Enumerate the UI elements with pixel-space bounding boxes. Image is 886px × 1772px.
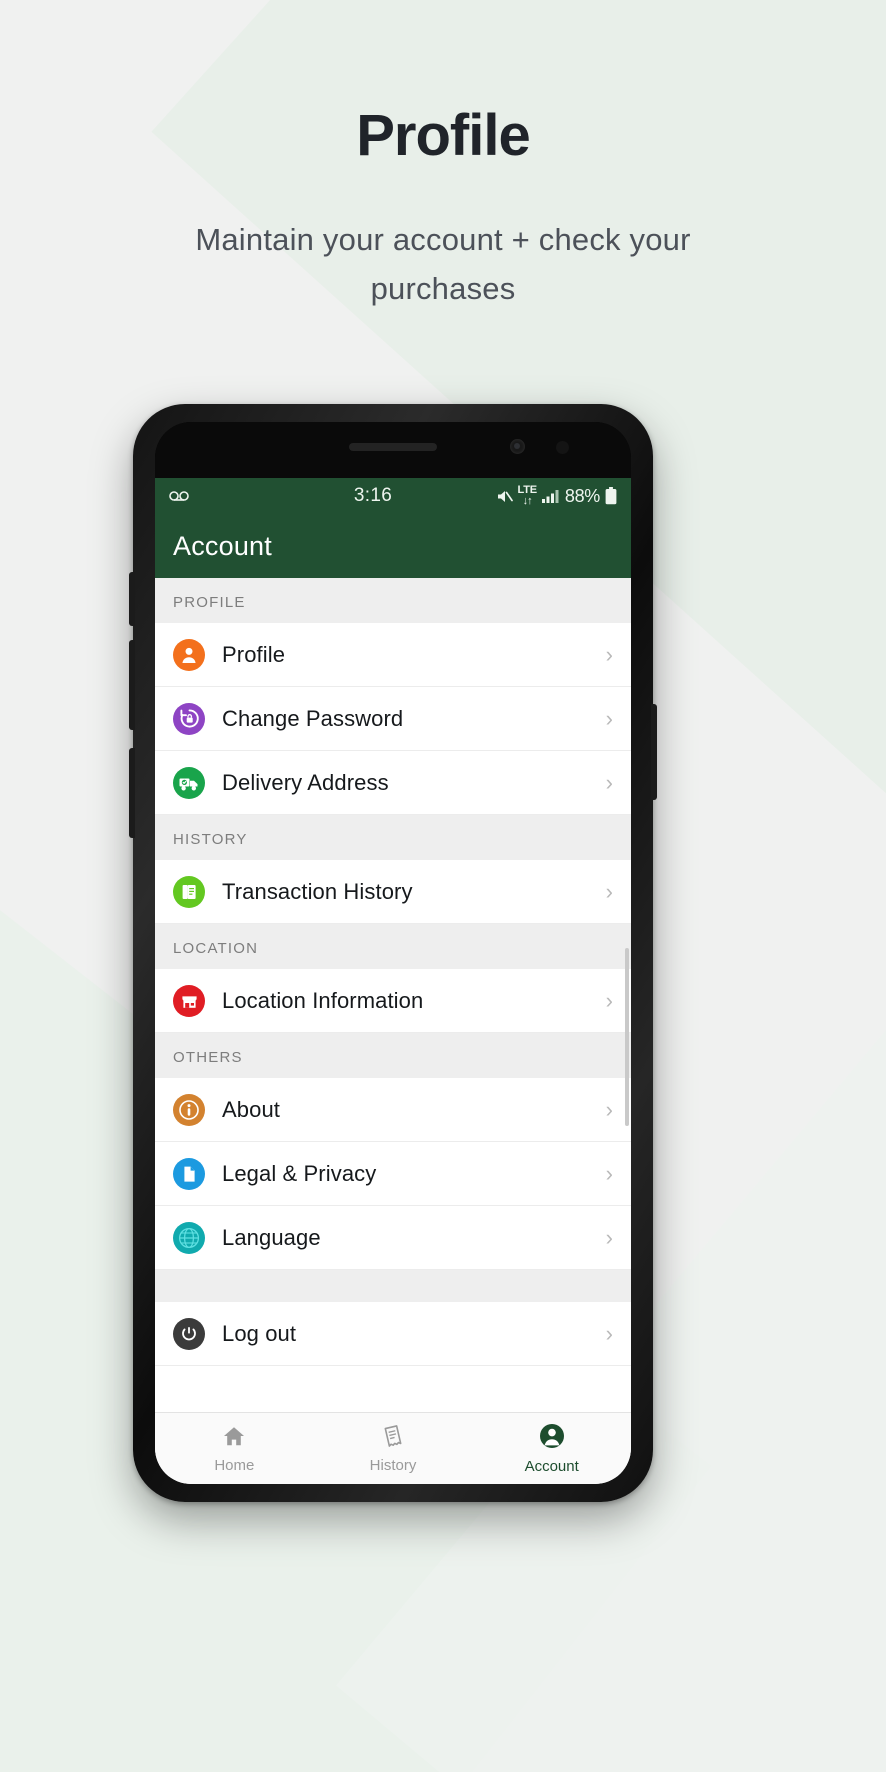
chevron-right-icon: › xyxy=(605,769,613,795)
phone-mockup: 3:16 LTE ↓↑ 88% Account PROFILE Profile … xyxy=(129,404,657,1502)
phone-top-bezel xyxy=(155,422,631,478)
account-person-icon xyxy=(539,1423,565,1454)
app-bar: Account xyxy=(155,514,631,578)
receipt-icon xyxy=(380,1424,406,1453)
list-item-profile[interactable]: Profile › xyxy=(155,623,631,687)
signal-bars-icon xyxy=(541,489,560,503)
chevron-right-icon: › xyxy=(605,1224,613,1250)
list-item-label: Language xyxy=(222,1224,321,1250)
legal-document-icon xyxy=(173,1157,205,1190)
network-type-label: LTE ↓↑ xyxy=(517,484,538,507)
bottom-navigation: Home History Account xyxy=(155,1412,631,1484)
chevron-right-icon: › xyxy=(605,1096,613,1122)
chevron-right-icon: › xyxy=(605,987,613,1013)
section-header-location: LOCATION xyxy=(155,924,631,969)
list-item-location-information[interactable]: Location Information › xyxy=(155,969,631,1033)
nav-item-home[interactable]: Home xyxy=(155,1413,314,1484)
list-item-language[interactable]: Language › xyxy=(155,1206,631,1270)
home-icon xyxy=(221,1424,247,1453)
chevron-right-icon: › xyxy=(605,705,613,731)
person-icon xyxy=(173,638,205,671)
section-header-profile: PROFILE xyxy=(155,578,631,623)
front-camera-icon xyxy=(510,439,525,454)
chevron-right-icon: › xyxy=(605,878,613,904)
store-icon xyxy=(173,984,205,1017)
status-bar-right: LTE ↓↑ 88% xyxy=(467,485,617,507)
app-bar-title: Account xyxy=(173,530,272,561)
power-icon xyxy=(173,1317,205,1350)
list-item-about[interactable]: About › xyxy=(155,1078,631,1142)
app-screen: 3:16 LTE ↓↑ 88% Account PROFILE Profile … xyxy=(155,478,631,1484)
chevron-right-icon: › xyxy=(605,1160,613,1186)
list-gap-band xyxy=(155,1270,631,1302)
list-item-label: Location Information xyxy=(222,987,424,1013)
mute-icon xyxy=(496,489,513,504)
list-item-log-out[interactable]: Log out › xyxy=(155,1302,631,1366)
section-header-others: OTHERS xyxy=(155,1033,631,1078)
info-icon xyxy=(173,1093,205,1126)
list-item-delivery-address[interactable]: Delivery Address › xyxy=(155,751,631,815)
status-bar: 3:16 LTE ↓↑ 88% xyxy=(155,478,631,514)
page-title: Profile xyxy=(356,103,531,168)
status-bar-clock: 3:16 xyxy=(353,485,393,506)
section-header-history: HISTORY xyxy=(155,815,631,860)
list-item-label: Transaction History xyxy=(222,878,413,904)
phone-screen: 3:16 LTE ↓↑ 88% Account PROFILE Profile … xyxy=(155,422,631,1484)
nav-item-label: History xyxy=(369,1456,417,1474)
nav-item-history[interactable]: History xyxy=(314,1413,473,1484)
chevron-right-icon: › xyxy=(605,1320,613,1346)
phone-power-button xyxy=(651,704,657,800)
phone-bixby-button xyxy=(129,572,135,626)
list-scrollbar[interactable] xyxy=(625,948,629,1126)
document-list-icon xyxy=(173,875,205,908)
list-item-label: Profile xyxy=(222,641,286,667)
list-item-label: Delivery Address xyxy=(222,769,389,795)
status-bar-left xyxy=(169,490,279,502)
list-item-transaction-history[interactable]: Transaction History › xyxy=(155,860,631,924)
list-item-label: About xyxy=(222,1096,280,1122)
nav-item-label: Account xyxy=(524,1457,579,1475)
nav-item-account[interactable]: Account xyxy=(472,1413,631,1484)
list-item-label: Change Password xyxy=(222,705,404,731)
page-subtitle: Maintain your account + check your purch… xyxy=(195,221,691,307)
battery-icon xyxy=(605,487,617,505)
globe-icon xyxy=(173,1221,205,1254)
list-item-legal-privacy[interactable]: Legal & Privacy › xyxy=(155,1142,631,1206)
promo-headline: Profile Maintain your account + check yo… xyxy=(0,0,886,314)
list-item-label: Legal & Privacy xyxy=(222,1160,377,1186)
battery-percent-label: 88% xyxy=(564,485,600,506)
phone-volume-up-button xyxy=(129,640,135,730)
delivery-truck-icon xyxy=(173,766,205,799)
earpiece-speaker xyxy=(349,443,437,451)
proximity-sensor-icon xyxy=(556,441,569,454)
voicemail-icon xyxy=(169,490,189,502)
list-item-label: Log out xyxy=(222,1320,297,1346)
password-reset-icon xyxy=(173,702,205,735)
nav-item-label: Home xyxy=(214,1456,255,1474)
chevron-right-icon: › xyxy=(605,641,613,667)
settings-list[interactable]: PROFILE Profile › Change Password › Deli… xyxy=(155,578,631,1412)
list-item-change-password[interactable]: Change Password › xyxy=(155,687,631,751)
phone-volume-down-button xyxy=(129,748,135,838)
